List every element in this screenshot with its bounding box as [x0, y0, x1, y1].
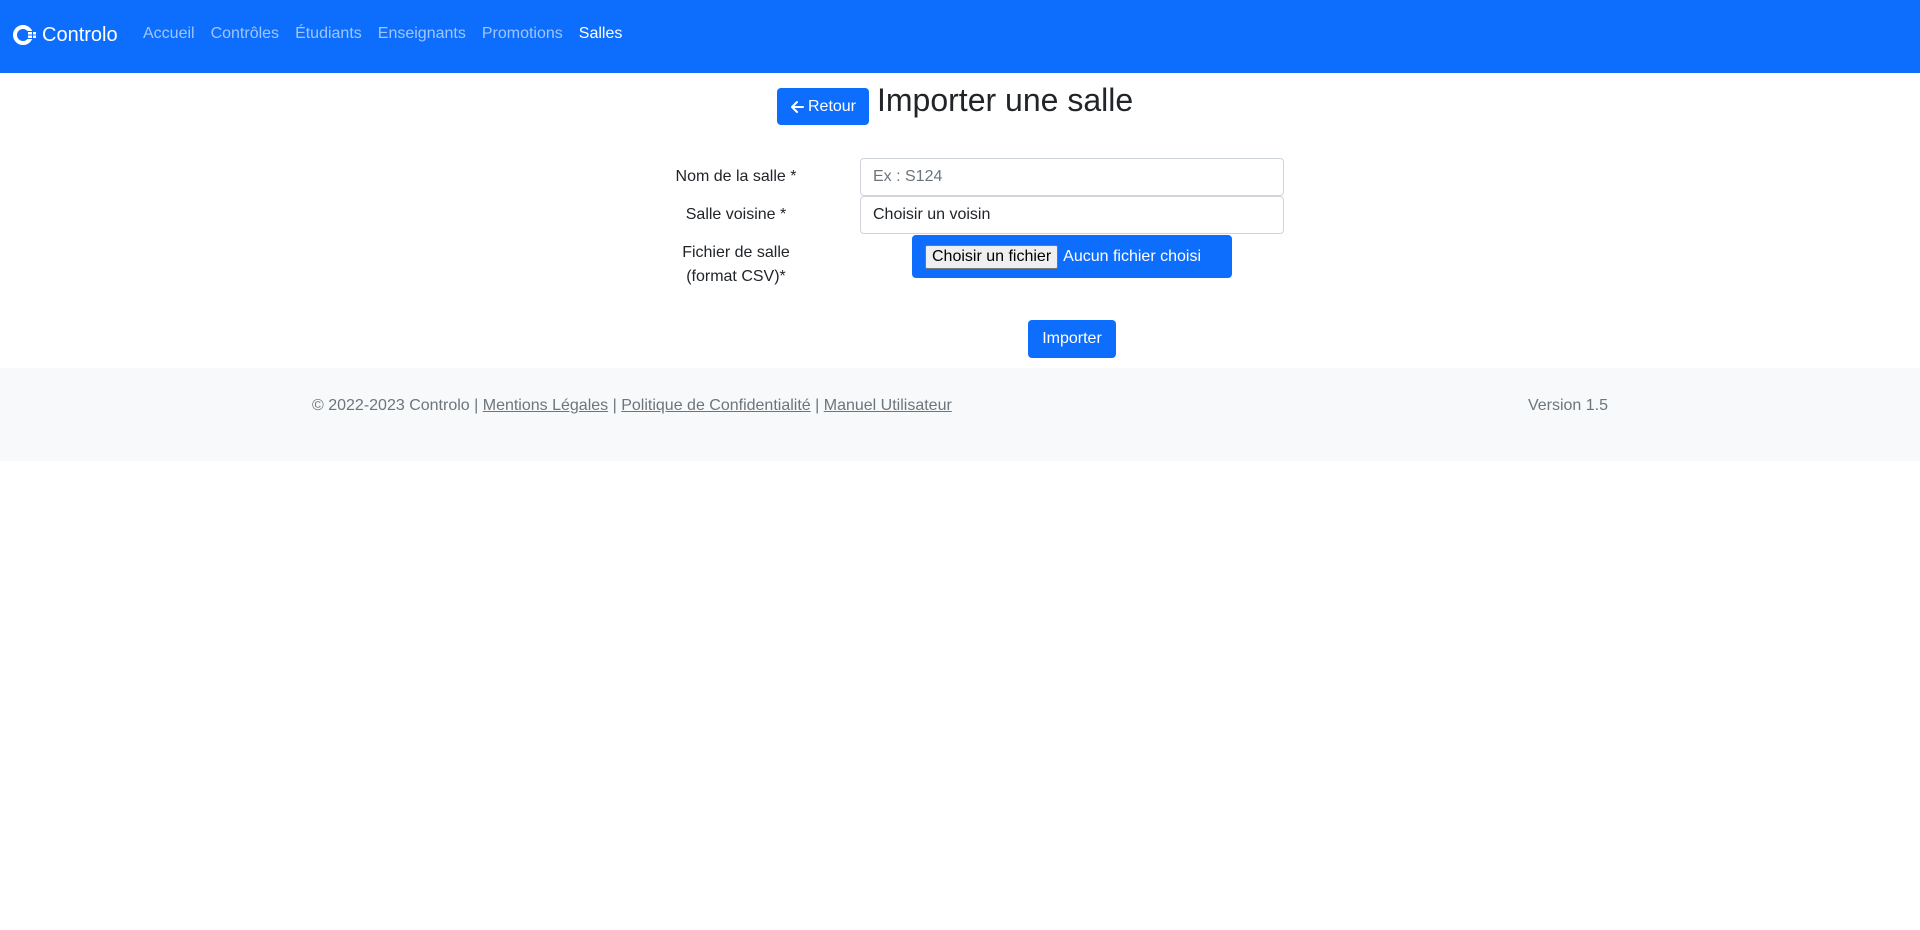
room-name-label: Nom de la salle *	[675, 168, 797, 185]
nav-link-etudiants[interactable]: Étudiants	[295, 25, 362, 43]
neighbor-room-select[interactable]: Choisir un voisin	[860, 196, 1284, 234]
top-navbar: Controlo Accueil Contrôles Étudiants Ens…	[0, 0, 1920, 73]
brand-link[interactable]: Controlo	[13, 18, 118, 52]
footer-copyright: © 2022-2023 Controlo |	[312, 397, 479, 414]
nav-link-accueil[interactable]: Accueil	[143, 25, 195, 43]
footer-separator: |	[612, 397, 617, 414]
arrow-left-icon	[790, 100, 804, 113]
import-button[interactable]: Importer	[1028, 320, 1116, 358]
nav-links: Accueil Contrôles Étudiants Enseignants …	[143, 25, 638, 43]
nav-link-promotions[interactable]: Promotions	[482, 25, 563, 43]
nav-link-salles[interactable]: Salles	[579, 25, 623, 43]
back-button[interactable]: Retour	[777, 88, 869, 125]
footer-link-legal[interactable]: Mentions Légales	[483, 397, 608, 414]
room-file-input[interactable]: Choisir un fichier Aucun fichier choisi	[912, 235, 1232, 278]
room-name-input[interactable]	[860, 158, 1284, 196]
footer-link-manual[interactable]: Manuel Utilisateur	[824, 397, 952, 414]
brand-name: Controlo	[42, 23, 118, 46]
nav-link-enseignants[interactable]: Enseignants	[378, 25, 466, 43]
neighbor-room-label: Salle voisine *	[685, 206, 787, 223]
nav-link-controles[interactable]: Contrôles	[211, 25, 279, 43]
back-button-label: Retour	[807, 97, 857, 115]
page-footer: © 2022-2023 Controlo | Mentions Légales …	[0, 368, 1920, 461]
file-status-text: Aucun fichier choisi	[1063, 247, 1201, 265]
controlo-logo-icon	[13, 25, 37, 45]
footer-separator: |	[815, 397, 820, 414]
footer-left: © 2022-2023 Controlo | Mentions Légales …	[312, 397, 952, 415]
neighbor-room-selected: Choisir un voisin	[873, 206, 991, 223]
page-title: Importer une salle	[877, 82, 1134, 118]
footer-link-privacy[interactable]: Politique de Confidentialité	[621, 397, 810, 414]
app-version: Version 1.5	[1527, 397, 1608, 414]
room-file-label: Fichier de salle (format CSV)*	[682, 244, 790, 285]
choose-file-button[interactable]: Choisir un fichier	[925, 244, 1059, 269]
